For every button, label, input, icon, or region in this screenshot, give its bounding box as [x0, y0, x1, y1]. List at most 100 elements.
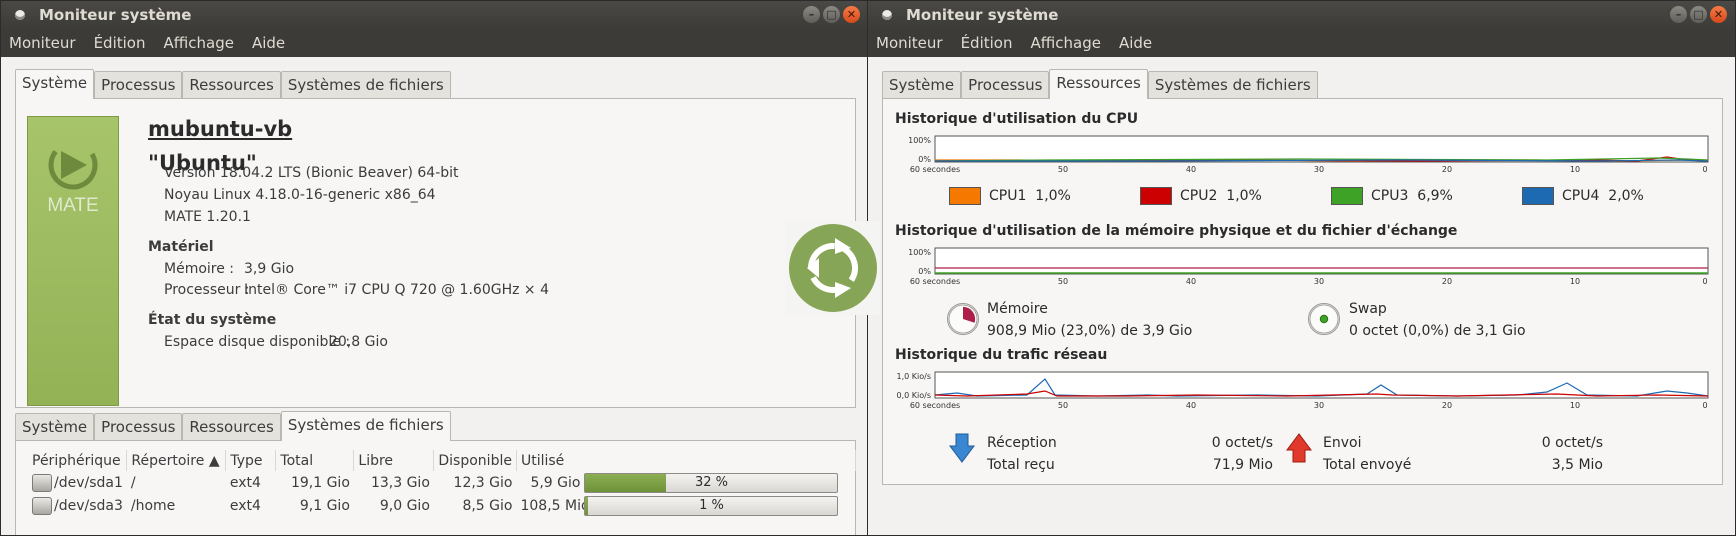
- cpu-value: Intel® Core™ i7 CPU Q 720 @ 1.60GHz × 4: [244, 282, 549, 298]
- receive-label: Réception: [987, 435, 1057, 451]
- used-cell: 108,5 Mio 1 %: [516, 494, 855, 517]
- send-label: Envoi: [1323, 435, 1362, 451]
- cpu-history-title: Historique d'utilisation du CPU: [895, 111, 1139, 127]
- cpu1-color-swatch[interactable]: [949, 187, 981, 205]
- cpu-x-label: 10: [1570, 165, 1580, 174]
- memory-x-label: 20: [1442, 277, 1452, 286]
- available-cell: 8,5 Gio: [462, 497, 513, 514]
- cpu3-value: 6,9%: [1417, 188, 1453, 204]
- hardware-heading: Matériel: [148, 239, 214, 255]
- app-menu-icon[interactable]: [15, 10, 25, 20]
- tab-systemes-de-fichiers[interactable]: Systèmes de fichiers: [1147, 71, 1318, 99]
- column-header-used[interactable]: Utilisé: [516, 450, 857, 471]
- close-button[interactable]: ✕: [843, 6, 860, 23]
- tab-systeme[interactable]: Système: [15, 69, 95, 99]
- memory-graph-svg: 100% 0% 60 secondes 50 40 30 20 10 0: [908, 247, 1709, 286]
- memory-x-label: 60 secondes: [910, 277, 960, 286]
- tab-systemes-de-fichiers[interactable]: Systèmes de fichiers: [280, 71, 451, 99]
- title-bar[interactable]: Moniteur système – □ ✕: [1, 1, 868, 29]
- device-name: /dev/sda3: [54, 497, 123, 514]
- cpu3-legend[interactable]: CPU3 6,9%: [1331, 187, 1453, 205]
- network-x-label: 50: [1058, 401, 1068, 410]
- disk-available-label: Espace disque disponible :: [164, 334, 351, 350]
- memory-label: Mémoire :: [164, 261, 235, 277]
- cpu4-legend[interactable]: CPU4 2,0%: [1522, 187, 1644, 205]
- mate-logo: MATE: [27, 116, 119, 406]
- filesystems-panel: Périphérique Répertoire ▲ Type Total Lib…: [15, 440, 857, 535]
- swap-pie-dot: [1319, 314, 1329, 324]
- swap-pie-chart[interactable]: [1308, 303, 1340, 335]
- send-arrow-icon[interactable]: [1286, 433, 1312, 463]
- tab-processus[interactable]: Processus: [94, 413, 183, 441]
- menu-edition[interactable]: Édition: [961, 34, 1013, 52]
- cpu-label: Processeur :: [164, 282, 250, 298]
- hostname: mubuntu-vb: [148, 117, 293, 141]
- tab-ressources[interactable]: Ressources: [1049, 69, 1148, 99]
- table-row[interactable]: /dev/sda3 /home ext4 9,1 Gio 9,0 Gio 8,5…: [28, 494, 856, 517]
- memory-y-bottom-label: 0%: [918, 267, 931, 276]
- menu-affichage[interactable]: Affichage: [1030, 34, 1100, 52]
- column-header-available[interactable]: Disponible: [433, 450, 517, 471]
- memory-x-label: 40: [1186, 277, 1196, 286]
- maximize-button[interactable]: □: [823, 6, 840, 23]
- menu-aide[interactable]: Aide: [1119, 34, 1152, 52]
- menu-moniteur[interactable]: Moniteur: [876, 34, 943, 52]
- cpu2-legend[interactable]: CPU2 1,0%: [1140, 187, 1262, 205]
- close-button[interactable]: ✕: [1710, 6, 1727, 23]
- menu-edition[interactable]: Édition: [94, 34, 146, 52]
- column-header-free[interactable]: Libre: [353, 450, 435, 471]
- minimize-button[interactable]: –: [803, 6, 820, 23]
- tab-ressources[interactable]: Ressources: [182, 413, 281, 441]
- cpu-graph-svg: 100% 0% 60 secondes 50 40 30 20 10 0: [908, 135, 1709, 174]
- memory-x-label: 50: [1058, 277, 1068, 286]
- cpu3-label: CPU3: [1371, 188, 1409, 204]
- network-x-label: 60 secondes: [910, 401, 960, 410]
- menu-bar: Moniteur Édition Affichage Aide: [868, 29, 1735, 57]
- table-row[interactable]: /dev/sda1 / ext4 19,1 Gio 13,3 Gio 12,3 …: [28, 471, 856, 494]
- cpu1-legend[interactable]: CPU1 1,0%: [949, 187, 1071, 205]
- tab-systeme[interactable]: Système: [882, 71, 962, 99]
- tab-processus[interactable]: Processus: [94, 71, 183, 99]
- network-y-bottom-label: 0,0 Kio/s: [897, 391, 931, 400]
- maximize-button[interactable]: □: [1690, 6, 1707, 23]
- available-cell: 12,3 Gio: [453, 474, 513, 491]
- tab-systemes-de-fichiers[interactable]: Systèmes de fichiers: [280, 411, 451, 441]
- total-sent-value: 3,5 Mio: [1551, 457, 1603, 473]
- tab-processus[interactable]: Processus: [961, 71, 1050, 99]
- usage-percent: 32 %: [694, 474, 728, 490]
- column-header-directory[interactable]: Répertoire ▲: [126, 450, 227, 471]
- tab-systeme[interactable]: Système: [15, 413, 95, 441]
- cpu2-color-swatch[interactable]: [1140, 187, 1172, 205]
- memory-graph: 100% 0% 60 secondes 50 40 30 20 10 0: [897, 247, 1711, 289]
- memory-value: 908,9 Mio (23,0%) de 3,9 Gio: [987, 323, 1193, 339]
- total-cell: 9,1 Gio: [299, 497, 350, 514]
- cpu3-color-swatch[interactable]: [1331, 187, 1363, 205]
- cpu1-label: CPU1: [989, 188, 1027, 204]
- app-menu-icon[interactable]: [882, 10, 892, 20]
- usage-bar: 1 %: [584, 495, 839, 516]
- menu-aide[interactable]: Aide: [252, 34, 285, 52]
- swap-label: Swap: [1349, 301, 1387, 317]
- minimize-button[interactable]: –: [1670, 6, 1687, 23]
- tab-ressources[interactable]: Ressources: [182, 71, 281, 99]
- menu-affichage[interactable]: Affichage: [163, 34, 233, 52]
- cpu4-value: 2,0%: [1608, 188, 1644, 204]
- cpu4-label: CPU4: [1562, 188, 1600, 204]
- column-header-type[interactable]: Type: [225, 450, 277, 471]
- cpu-graph-area: [934, 135, 1709, 163]
- cpu-y-bottom-label: 0%: [918, 155, 931, 164]
- swap-value: 0 octet (0,0%) de 3,1 Gio: [1349, 323, 1526, 339]
- memory-pie-chart[interactable]: [947, 303, 979, 335]
- cpu4-color-swatch[interactable]: [1522, 187, 1554, 205]
- title-bar[interactable]: Moniteur système – □ ✕: [868, 1, 1735, 29]
- used-cell: 5,9 Gio 32 %: [516, 471, 855, 494]
- network-x-label: 0: [1702, 401, 1707, 410]
- system-monitor-window-left: Moniteur système – □ ✕ Moniteur Édition …: [0, 0, 869, 536]
- receive-rate-value: 0 octet/s: [1211, 435, 1273, 451]
- cpu2-value: 1,0%: [1226, 188, 1262, 204]
- column-header-device[interactable]: Périphérique: [28, 450, 128, 471]
- column-header-total[interactable]: Total: [275, 450, 355, 471]
- menu-moniteur[interactable]: Moniteur: [9, 34, 76, 52]
- receive-arrow-icon[interactable]: [949, 433, 975, 463]
- memory-x-label: 10: [1570, 277, 1580, 286]
